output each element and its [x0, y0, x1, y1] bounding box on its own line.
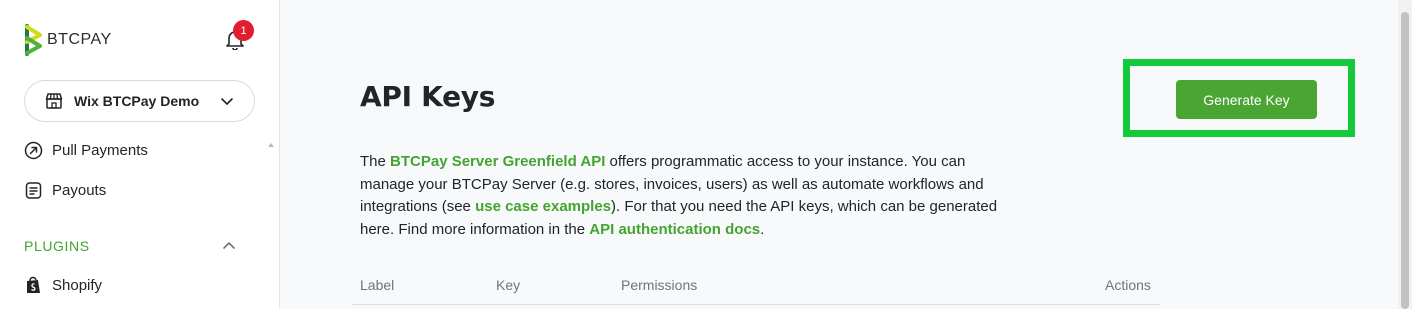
page-title: API Keys: [360, 80, 496, 113]
sidebar-item-payouts[interactable]: Payouts: [24, 181, 106, 200]
btcpay-logo[interactable]: BTCPAY: [24, 24, 112, 56]
sidebar-item-label: Pull Payments: [52, 142, 148, 159]
document-icon: [25, 182, 42, 199]
chevron-up-icon: [223, 242, 235, 249]
store-icon: [45, 93, 63, 109]
description-text: .: [760, 221, 765, 239]
sidebar-item-pull-payments[interactable]: Pull Payments: [24, 141, 148, 160]
plugins-section-label: PLUGINS: [24, 238, 90, 254]
page-description: The BTCPay Server Greenfield API offers …: [360, 151, 1020, 242]
api-auth-docs-link[interactable]: API authentication docs: [589, 221, 760, 238]
main-content: API Keys Generate Key The BTCPay Server …: [281, 0, 1397, 309]
description-text: The: [360, 153, 391, 170]
column-header-label: Label: [360, 277, 395, 293]
api-keys-table-header: Label Key Permissions Actions: [352, 270, 1160, 305]
store-name: Wix BTCPay Demo: [74, 93, 200, 109]
chevron-down-icon: [221, 98, 233, 105]
generate-key-button[interactable]: Generate Key: [1176, 80, 1317, 119]
btcpay-logo-icon: [25, 24, 42, 56]
plugins-section-header[interactable]: PLUGINS: [24, 238, 236, 254]
sidebar-scroll-up-icon[interactable]: [268, 143, 274, 147]
scrollbar-thumb[interactable]: [1401, 12, 1409, 309]
sidebar-item-label: Shopify: [52, 277, 103, 294]
column-header-actions: Actions: [1105, 277, 1151, 293]
store-selector[interactable]: Wix BTCPay Demo: [24, 80, 255, 122]
sidebar-item-label: Payouts: [52, 182, 107, 199]
column-header-key: Key: [496, 277, 521, 293]
shopify-bag-icon: [27, 276, 40, 293]
greenfield-api-link[interactable]: BTCPay Server Greenfield API: [390, 153, 605, 170]
sidebar: BTCPAY 1 Wix BTCPay Demo Pull Payments P…: [0, 0, 280, 309]
page-scrollbar[interactable]: [1398, 0, 1412, 309]
arrow-circle-icon: [24, 141, 43, 160]
sidebar-item-shopify[interactable]: Shopify: [24, 276, 102, 295]
brand-name: BTCPAY: [47, 31, 112, 48]
column-header-permissions: Permissions: [621, 277, 698, 293]
use-case-examples-link[interactable]: use case examples: [475, 198, 611, 215]
notification-badge[interactable]: 1: [233, 20, 254, 41]
